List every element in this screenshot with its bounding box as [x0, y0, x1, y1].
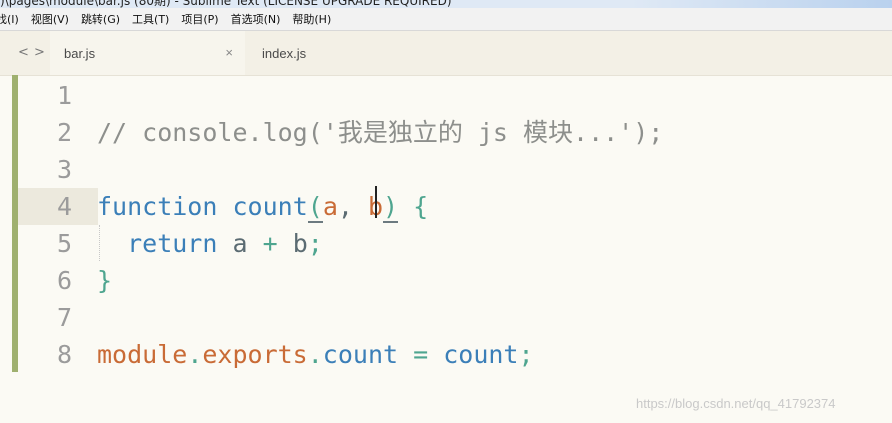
line-number: 5	[56, 229, 72, 258]
menu-item[interactable]: 首选项(N)	[231, 11, 281, 27]
code-line[interactable]: 5 return a + b;	[0, 225, 892, 262]
code-line[interactable]: 1	[0, 77, 892, 114]
code-token: count	[443, 340, 519, 369]
code-line[interactable]: 6}	[0, 262, 892, 299]
watermark: https://blog.csdn.net/qq_41792374	[636, 396, 836, 411]
code-token: ;	[307, 229, 323, 258]
code-token: return	[97, 229, 218, 258]
code-token: }	[97, 266, 113, 295]
code-token: {	[398, 192, 429, 221]
line-number: 6	[56, 266, 72, 295]
code-token: a	[322, 192, 338, 221]
code-editor[interactable]: 1 2 // console.log('我是独立的 js 模块...'); 3 4 fun…	[0, 75, 892, 423]
text-cursor	[375, 186, 377, 218]
code-line[interactable]: 4 function count(a, b) {	[0, 188, 892, 225]
code-text: function count(a, b) {	[97, 188, 428, 225]
code-token: +	[262, 229, 278, 258]
window-title: )\pages\module\bar.js (80期) - Sublime Te…	[0, 0, 452, 8]
indent-guide	[99, 225, 101, 261]
chevron-right-icon[interactable]: >	[34, 45, 45, 60]
code-token: ;	[518, 340, 534, 369]
line-number: 2	[56, 118, 72, 147]
code-token: exports	[202, 340, 308, 369]
code-text: // console.log('我是独立的 js 模块...');	[97, 114, 663, 151]
title-bar-gradient	[632, 0, 892, 8]
line-number: 1	[56, 81, 72, 110]
menu-item[interactable]: 跳转(G)	[81, 11, 120, 27]
menu-item[interactable]: 找(I)	[0, 11, 19, 27]
line-number: 8	[56, 340, 72, 369]
code-token: module	[97, 340, 188, 369]
menu-item[interactable]: 工具(T)	[132, 11, 169, 27]
code-line[interactable]: 2 // console.log('我是独立的 js 模块...');	[0, 114, 892, 151]
tab-bar-js[interactable]: bar.js ×	[50, 31, 245, 75]
code-token: count	[232, 192, 308, 221]
tab-label: bar.js	[64, 45, 96, 61]
tab-label: index.js	[262, 45, 307, 61]
code-text: return a + b;	[97, 225, 323, 262]
code-token: // console.log('我是独立的 js 模块...');	[97, 118, 664, 147]
menu-bar: 找(I) 视图(V) 跳转(G) 工具(T) 项目(P) 首选项(N) 帮助(H)	[0, 8, 892, 31]
code-token: function	[97, 192, 218, 221]
menu-item[interactable]: 项目(P)	[181, 11, 218, 27]
code-token: count	[322, 340, 399, 369]
code-token: =	[398, 340, 444, 369]
close-icon[interactable]: ×	[225, 45, 233, 60]
line-number: 7	[56, 303, 72, 332]
code-line[interactable]: 3	[0, 151, 892, 188]
code-token: )	[383, 192, 399, 223]
tab-index-js[interactable]: index.js	[262, 31, 306, 75]
window-title-bar[interactable]: )\pages\module\bar.js (80期) - Sublime Te…	[0, 0, 892, 8]
code-text: }	[97, 262, 112, 299]
menu-item[interactable]: 视图(V)	[31, 11, 69, 27]
line-number: 4	[56, 192, 72, 221]
code-text: module.exports.count = count;	[97, 336, 534, 373]
code-token: a	[217, 229, 263, 258]
code-line[interactable]: 7	[0, 299, 892, 336]
chevron-left-icon[interactable]: <	[18, 45, 29, 60]
code-token: b	[277, 229, 308, 258]
code-token: .	[187, 340, 203, 369]
menu-item[interactable]: 帮助(H)	[292, 11, 331, 27]
code-token: .	[307, 340, 323, 369]
code-token: ,	[337, 192, 368, 221]
line-number: 3	[56, 155, 72, 184]
code-token: (	[307, 192, 323, 223]
code-line[interactable]: 8 module.exports.count = count;	[0, 336, 892, 373]
tab-bar: < > bar.js × index.js	[0, 31, 892, 76]
